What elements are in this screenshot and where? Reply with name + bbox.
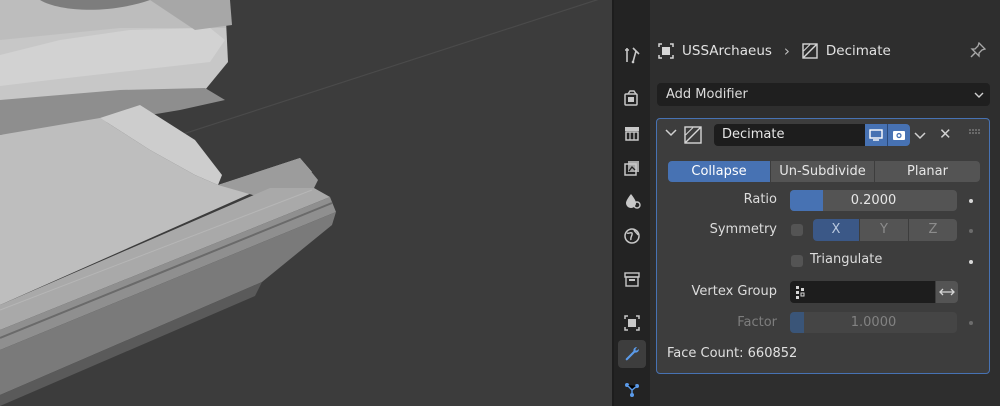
face-count-text: Face Count: 660852: [667, 346, 798, 361]
factor-label: Factor: [737, 315, 777, 330]
modifier-name-field[interactable]: Decimate: [714, 124, 865, 146]
breadcrumb-object: USSArchaeus: [682, 43, 772, 59]
tab-tool[interactable]: [618, 41, 646, 69]
tool-icon: [625, 47, 640, 64]
mode-planar-button[interactable]: Planar: [875, 161, 980, 182]
invert-vertex-group-button[interactable]: [936, 281, 958, 303]
decimate-icon: [684, 126, 702, 144]
output-icon: [625, 127, 639, 141]
pin-icon[interactable]: [970, 42, 986, 58]
view-layer-icon: [624, 161, 639, 176]
vertex-group-icon: [796, 286, 805, 299]
tab-output[interactable]: [618, 119, 646, 147]
breadcrumb: USSArchaeus › Decimate: [658, 40, 891, 62]
factor-keyframe-dot[interactable]: [969, 321, 973, 325]
particles-icon: [625, 383, 639, 397]
decimate-modifier-panel: Decimate ✕ Collapse Un-Subdivide Planar …: [656, 118, 990, 374]
breadcrumb-modifier: Decimate: [825, 43, 891, 59]
render-icon: [624, 90, 638, 106]
monitor-icon: [869, 129, 883, 141]
vertex-group-field[interactable]: [790, 281, 935, 303]
close-icon[interactable]: ✕: [939, 126, 952, 142]
add-modifier-dropdown[interactable]: Add Modifier: [657, 83, 990, 106]
triangulate-keyframe-dot[interactable]: [969, 260, 973, 264]
symmetry-axis-x[interactable]: X: [813, 219, 859, 241]
render-toggle[interactable]: [888, 124, 910, 146]
arrows-horizontal-icon: [939, 288, 955, 296]
symmetry-axis-y[interactable]: Y: [860, 219, 908, 241]
triangulate-checkbox[interactable]: [791, 255, 803, 267]
3d-viewport[interactable]: [0, 0, 612, 406]
drag-handle-icon[interactable]: [969, 129, 981, 135]
vertex-group-label: Vertex Group: [691, 284, 778, 299]
symmetry-axis-z[interactable]: Z: [909, 219, 957, 241]
symmetry-label: Symmetry: [709, 222, 777, 237]
collapse-chevron-icon[interactable]: [665, 128, 677, 138]
camera-icon: [893, 131, 905, 140]
tab-object[interactable]: [618, 309, 646, 337]
factor-value: 1.0000: [850, 315, 897, 330]
tab-world[interactable]: [618, 222, 646, 250]
world-icon: [624, 228, 640, 244]
chevron-down-icon[interactable]: [913, 127, 927, 143]
tab-particles[interactable]: [618, 376, 646, 404]
symmetry-checkbox[interactable]: [791, 224, 803, 236]
tab-modifiers[interactable]: [618, 340, 646, 368]
tab-collection[interactable]: [618, 265, 646, 293]
collection-icon: [624, 272, 640, 287]
breadcrumb-separator: ›: [783, 42, 790, 60]
tab-render[interactable]: [618, 84, 646, 112]
factor-slider[interactable]: 1.0000: [790, 312, 957, 333]
scene-icon: [626, 194, 641, 209]
viewport-display-toggle[interactable]: [865, 124, 888, 146]
mode-un-subdivide-button[interactable]: Un-Subdivide: [771, 161, 874, 182]
object-icon: [658, 43, 674, 59]
chevron-down-icon: [974, 92, 984, 98]
ratio-value: 0.2000: [850, 193, 897, 208]
ratio-keyframe-dot[interactable]: [969, 199, 973, 203]
triangulate-label: Triangulate: [810, 252, 883, 267]
object-icon: [624, 315, 640, 331]
ratio-slider[interactable]: 0.2000: [790, 190, 957, 211]
wrench-icon: [625, 347, 639, 361]
mode-collapse-button[interactable]: Collapse: [668, 161, 770, 182]
add-modifier-label: Add Modifier: [666, 87, 748, 102]
symmetry-keyframe-dot[interactable]: [969, 229, 973, 233]
tab-scene[interactable]: [618, 187, 646, 215]
properties-tab-strip: [614, 0, 650, 406]
decimate-icon: [802, 43, 818, 59]
ratio-label: Ratio: [743, 192, 777, 207]
tab-view-layer[interactable]: [618, 154, 646, 182]
